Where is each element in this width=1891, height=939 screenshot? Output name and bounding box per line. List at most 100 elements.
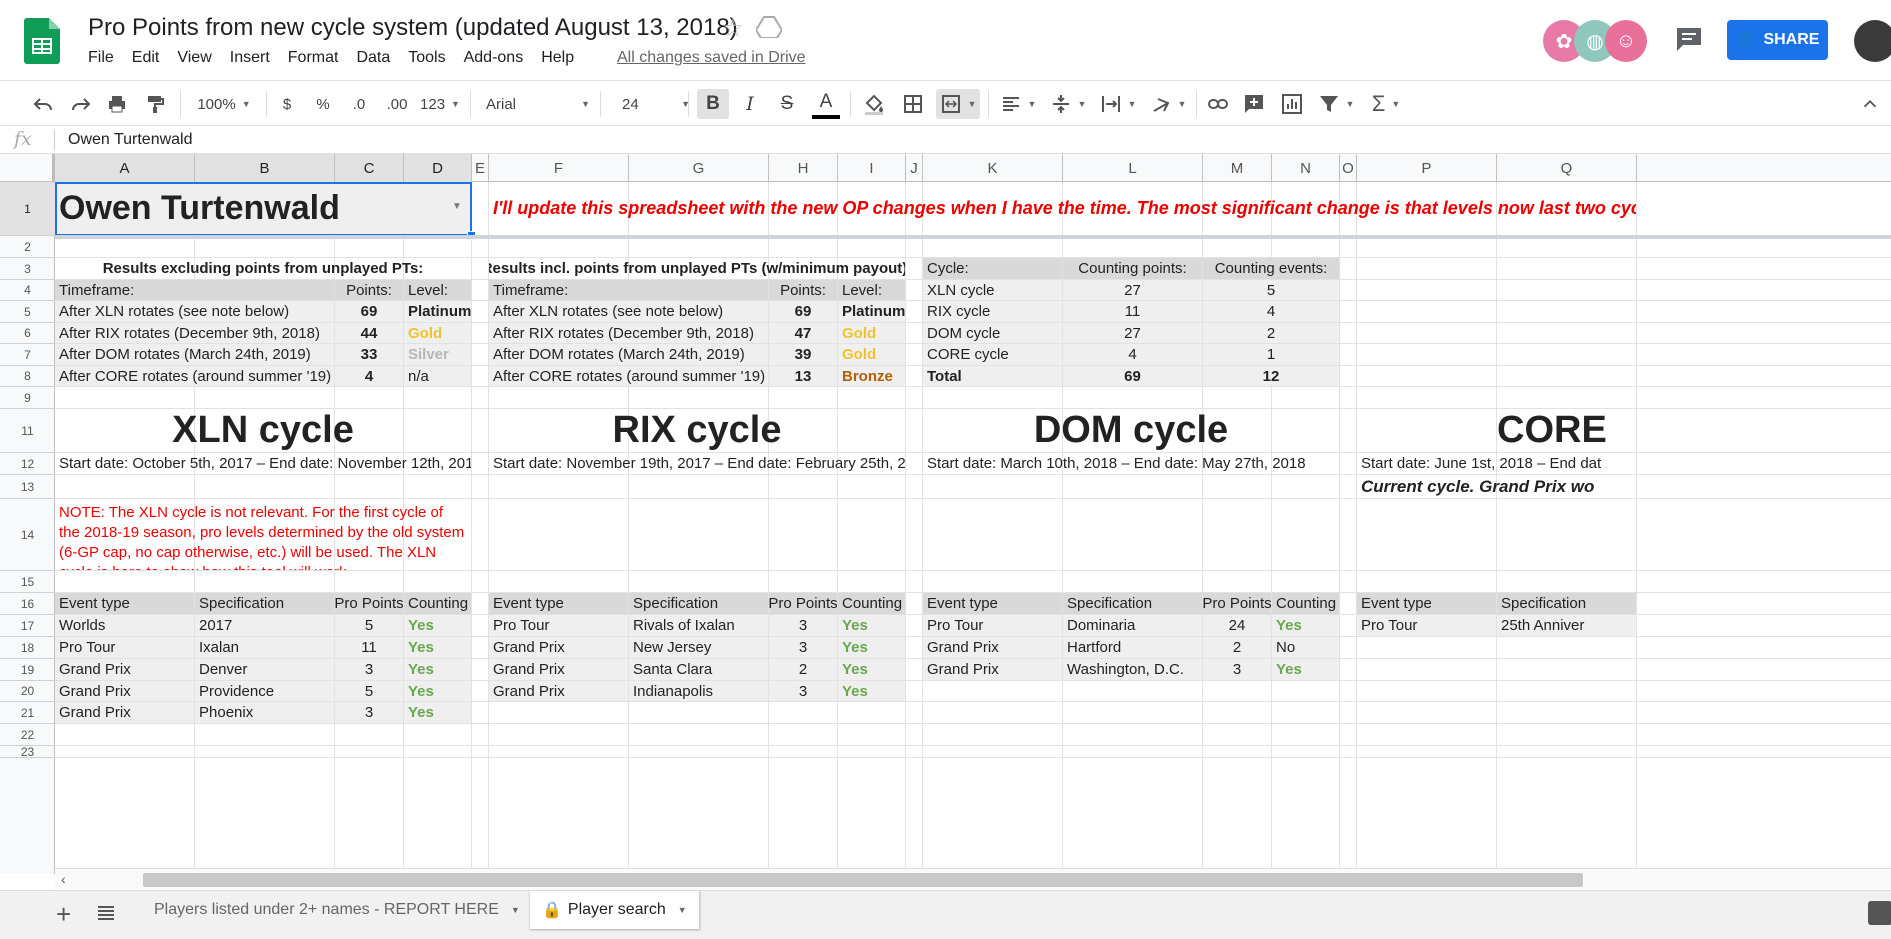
explore-icon[interactable] [1868,901,1891,925]
event-header-spec[interactable]: Specification [1497,593,1636,614]
event-type[interactable]: Grand Prix [923,637,1062,658]
vertical-align-icon[interactable]: ▼ [1048,89,1088,119]
row-header-6[interactable]: 6 [0,323,55,344]
formula-input[interactable]: Owen Turtenwald [68,131,193,149]
text-wrap-icon[interactable]: ▼ [1098,89,1138,119]
column-header-h[interactable]: H [769,154,838,182]
event-points[interactable]: 11 [335,637,403,658]
row-header-9[interactable]: 9 [0,387,55,409]
summary-header-points[interactable]: Points: [769,280,837,300]
cycles-summary-points[interactable]: 11 [1063,301,1202,322]
event-header-type[interactable]: Event type [923,593,1062,614]
chevron-down-icon[interactable]: ▼ [678,905,687,915]
cycles-summary-points[interactable]: 69 [1063,366,1202,386]
undo-icon[interactable] [30,89,56,119]
row-header-20[interactable]: 20 [0,681,55,702]
event-counting[interactable]: Yes [838,681,905,701]
summary-timeframe[interactable]: After XLN rotates (see note below) [55,301,334,322]
summary-level[interactable]: n/a [404,366,471,386]
column-header-g[interactable]: G [629,154,769,182]
row-header-5[interactable]: 5 [0,301,55,323]
all-sheets-icon[interactable] [96,905,116,921]
cycles-summary-points[interactable]: 27 [1063,280,1202,300]
row-header-23[interactable]: 23 [0,745,55,759]
row-header-19[interactable]: 19 [0,659,55,681]
cycles-header-cycle[interactable]: Cycle: [923,258,1062,279]
event-points[interactable]: 3 [335,702,403,723]
event-counting[interactable]: Yes [404,615,471,636]
cycles-summary-points[interactable]: 4 [1063,344,1202,365]
column-header-k[interactable]: K [923,154,1063,182]
summary-header-points[interactable]: Points: [335,280,403,300]
font-family-select[interactable]: Arial ▼ [480,89,590,119]
summary-points[interactable]: 33 [335,344,403,365]
summary-points[interactable]: 39 [769,344,837,365]
column-header-i[interactable]: I [838,154,906,182]
event-type[interactable]: Grand Prix [489,681,628,701]
borders-icon[interactable] [900,89,926,119]
menu-data[interactable]: Data [356,49,400,67]
event-header-counting[interactable]: Counting [404,593,471,614]
insert-chart-icon[interactable] [1278,89,1306,119]
event-spec[interactable]: Phoenix [195,702,334,723]
cycle-title[interactable]: XLN cycle [55,409,471,452]
column-header-e[interactable]: E [472,154,489,182]
filter-icon[interactable]: ▼ [1316,89,1356,119]
summary-level[interactable]: Gold [838,344,905,365]
event-counting[interactable]: Yes [838,637,905,658]
row-header-22[interactable]: 22 [0,724,55,746]
cycles-header-events[interactable]: Counting events: [1203,258,1339,279]
summary-timeframe[interactable]: After CORE rotates (around summer '19) [55,366,334,386]
event-counting[interactable]: Yes [1272,615,1339,636]
summary-points[interactable]: 47 [769,323,837,343]
move-to-folder-icon[interactable] [756,16,782,38]
add-sheet-button[interactable]: + [56,899,71,930]
summary-timeframe[interactable]: After RIX rotates (December 9th, 2018) [55,323,334,343]
summary-excl-title[interactable]: Results excluding points from unplayed P… [55,258,471,279]
row-header-7[interactable]: 7 [0,344,55,366]
menu-addons[interactable]: Add-ons [464,49,534,67]
event-header-spec[interactable]: Specification [1063,593,1202,614]
event-counting[interactable]: Yes [404,659,471,680]
share-button[interactable]: 👤 SHARE [1727,20,1828,60]
fill-color-icon[interactable] [860,89,888,119]
event-points[interactable]: 3 [769,637,837,658]
currency-format-button[interactable]: $ [276,89,298,119]
increase-decimal-button[interactable]: .00 [382,89,412,119]
event-header-type[interactable]: Event type [55,593,194,614]
column-header-l[interactable]: L [1063,154,1203,182]
cycles-summary-cycle[interactable]: RIX cycle [923,301,1062,322]
event-type[interactable]: Pro Tour [489,615,628,636]
row-header-21[interactable]: 21 [0,702,55,724]
event-spec[interactable]: 25th Anniver [1497,615,1636,636]
event-points[interactable]: 3 [769,681,837,701]
event-spec[interactable]: Santa Clara [629,659,768,680]
event-header-counting[interactable]: Counting [838,593,905,614]
summary-points[interactable]: 44 [335,323,403,343]
summary-level[interactable]: Gold [404,323,471,343]
event-type[interactable]: Grand Prix [55,681,194,701]
collapse-menu-icon[interactable] [1860,89,1880,119]
menu-help[interactable]: Help [541,49,584,67]
summary-header-timeframe[interactable]: Timeframe: [489,280,768,300]
scroll-left-icon[interactable]: ‹ [61,871,66,887]
font-size-select[interactable]: 24 ▼ [610,89,690,119]
event-points[interactable]: 3 [335,659,403,680]
cycles-summary-events[interactable]: 2 [1203,323,1339,343]
cycle-dates[interactable]: Start date: March 10th, 2018 – End date:… [923,453,1339,474]
horizontal-align-icon[interactable]: ▼ [998,89,1038,119]
event-spec[interactable]: Providence [195,681,334,701]
document-title[interactable]: Pro Points from new cycle system (update… [88,14,738,42]
cycles-summary-events[interactable]: 1 [1203,344,1339,365]
event-points[interactable]: 24 [1203,615,1271,636]
account-avatar[interactable] [1854,20,1891,62]
player-name-cell[interactable]: Owen Turtenwald [55,182,471,235]
cycle-title[interactable]: RIX cycle [489,409,905,452]
decrease-decimal-button[interactable]: .0 [346,89,372,119]
zoom-select[interactable]: 100% ▼ [192,89,256,119]
row-header-14[interactable]: 14 [0,499,55,571]
summary-level[interactable]: Platinum [404,301,471,322]
row-header-2[interactable]: 2 [0,236,55,258]
event-spec[interactable]: Denver [195,659,334,680]
menu-view[interactable]: View [177,49,221,67]
